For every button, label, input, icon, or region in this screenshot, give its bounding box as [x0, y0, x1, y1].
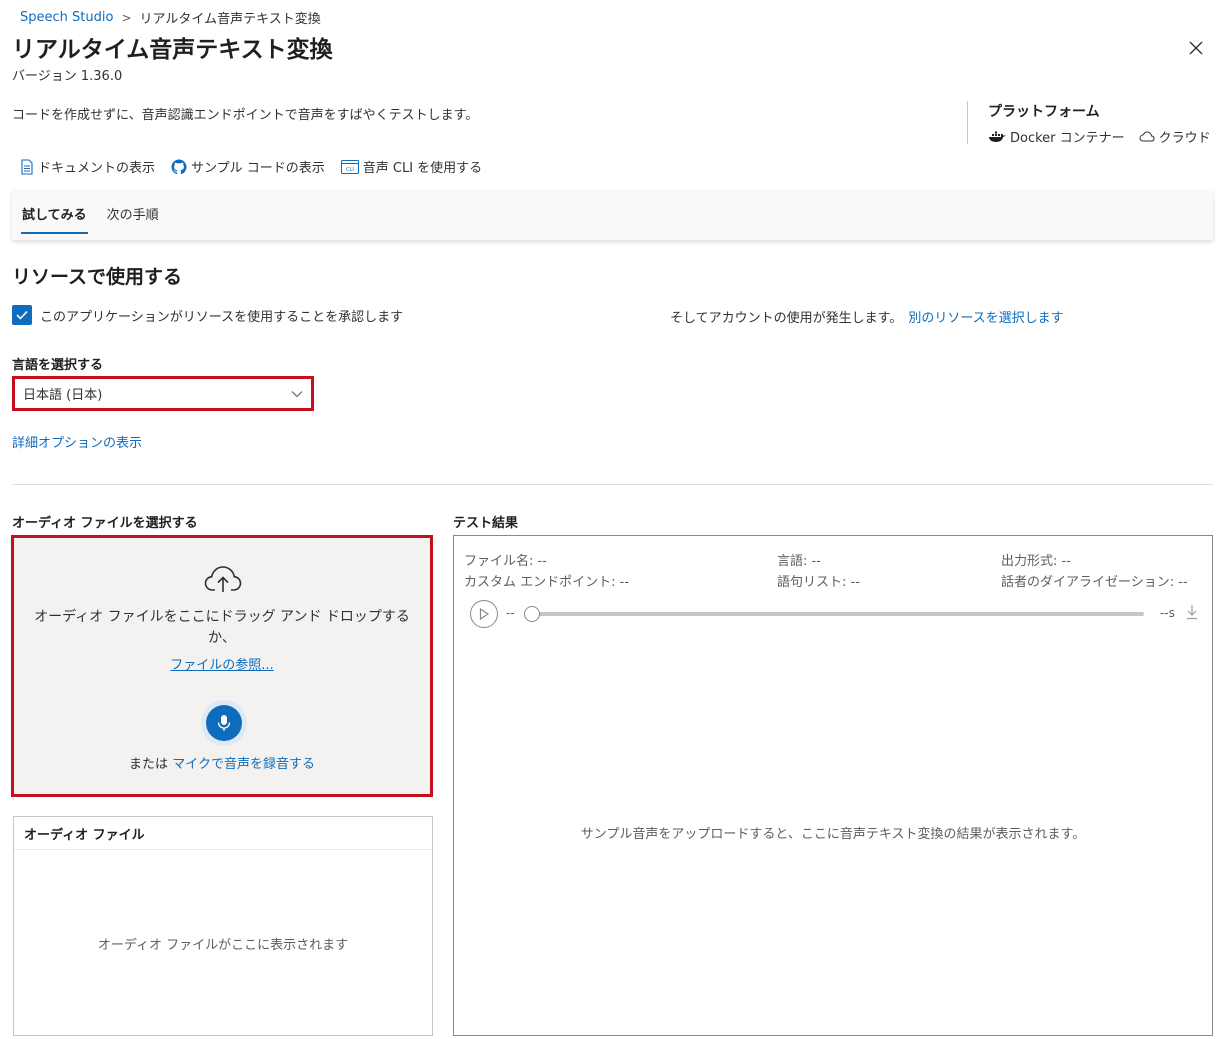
download-button[interactable]: [1186, 604, 1198, 624]
upload-section-label: オーディオ ファイルを選択する: [12, 516, 198, 531]
audio-files-title: オーディオ ファイル: [14, 817, 432, 850]
breadcrumb-root-link[interactable]: Speech Studio: [20, 10, 113, 25]
platform-cloud-label: クラウド: [1158, 131, 1211, 146]
browse-wrapper: ファイルの参照...: [14, 654, 430, 673]
audio-files-panel: オーディオ ファイル オーディオ ファイルがここに表示されます: [13, 816, 433, 1036]
cli-icon: CLI: [340, 159, 359, 174]
platform-cloud: クラウド: [1139, 127, 1211, 146]
duration-time: --s: [1160, 606, 1175, 620]
section-divider: [12, 484, 1213, 485]
audio-drop-zone[interactable]: オーディオ ファイルをここにドラッグ アンド ドロップするか、 ファイルの参照.…: [11, 535, 433, 797]
view-sample-code-label: サンプル コードの表示: [191, 161, 325, 176]
browse-files-link[interactable]: ファイルの参照...: [170, 658, 273, 673]
audio-files-empty-message: オーディオ ファイルがここに表示されます: [97, 938, 349, 953]
view-docs-link[interactable]: ドキュメントの表示: [20, 157, 155, 176]
result-diarization: 話者のダイアライゼーション: --: [1001, 575, 1188, 590]
consent-checkbox[interactable]: [12, 305, 32, 325]
seek-slider[interactable]: [530, 612, 1144, 616]
platform-docker-label: Docker コンテナー: [1010, 131, 1125, 146]
platform-panel: プラットフォーム Docker コンテナー クラウド: [967, 101, 1217, 146]
result-file-name: ファイル名: --: [464, 554, 547, 569]
cloud-icon: [1139, 131, 1155, 142]
play-icon: [479, 608, 489, 620]
results-empty-message: サンプル音声をアップロードすると、ここに音声テキスト変換の結果が表示されます。: [580, 827, 1086, 842]
breadcrumb-separator: >: [121, 10, 132, 25]
consent-row: このアプリケーションがリソースを使用することを承認します: [12, 305, 403, 325]
platform-docker: Docker コンテナー: [988, 127, 1125, 146]
use-speech-cli-link[interactable]: CLI 音声 CLI を使用する: [340, 157, 483, 176]
account-usage: そしてアカウントの使用が発生します。 別のリソースを選択します: [670, 307, 1064, 326]
tab-try-it[interactable]: 試してみる: [12, 190, 97, 240]
checkmark-icon: [16, 310, 28, 320]
close-icon: [1189, 41, 1203, 55]
cloud-upload-icon: [204, 566, 242, 592]
record-mic-button[interactable]: [206, 705, 242, 741]
audio-player: -- --s: [470, 600, 1200, 628]
platform-title: プラットフォーム: [988, 104, 1100, 120]
tab-bar: 試してみる 次の手順: [12, 190, 1213, 240]
breadcrumb: Speech Studio > リアルタイム音声テキスト変換: [20, 8, 321, 27]
language-selected-value: 日本語 (日本): [23, 388, 103, 403]
account-usage-text: そしてアカウントの使用が発生します。: [670, 311, 903, 326]
document-icon: [21, 158, 33, 175]
download-icon: [1187, 605, 1197, 620]
results-section-label: テスト結果: [453, 516, 519, 531]
language-dropdown[interactable]: 日本語 (日本): [12, 376, 314, 411]
version-label: バージョン 1.36.0: [12, 69, 123, 84]
record-microphone-link[interactable]: マイクで音声を録音する: [172, 757, 315, 772]
docker-icon: [989, 131, 1006, 142]
microphone-icon: [217, 715, 231, 731]
view-sample-code-link[interactable]: サンプル コードの表示: [171, 157, 325, 176]
resource-links: ドキュメントの表示 サンプル コードの表示 CLI 音声 CLI を使用する: [20, 157, 482, 176]
close-button[interactable]: [1184, 36, 1208, 60]
result-language: 言語: --: [777, 554, 821, 569]
chevron-down-icon: [291, 390, 303, 397]
result-phrase-list: 語句リスト: --: [777, 575, 860, 590]
result-output-format: 出力形式: --: [1001, 554, 1071, 569]
tab-next-steps[interactable]: 次の手順: [97, 190, 169, 240]
seek-thumb[interactable]: [524, 606, 540, 622]
view-docs-label: ドキュメントの表示: [38, 161, 156, 176]
page-title: リアルタイム音声テキスト変換: [12, 37, 333, 63]
elapsed-time: --: [506, 606, 515, 620]
page-description: コードを作成せずに、音声認識エンドポイントで音声をすばやくテストします。: [12, 108, 479, 123]
svg-text:CLI: CLI: [346, 167, 354, 173]
record-instruction: または マイクで音声を録音する: [14, 753, 430, 772]
show-advanced-options-link[interactable]: 詳細オプションの表示: [12, 432, 142, 451]
use-speech-cli-label: 音声 CLI を使用する: [362, 161, 483, 176]
select-other-resource-link[interactable]: 別のリソースを選択します: [908, 311, 1063, 326]
play-button[interactable]: [470, 600, 498, 628]
mic-button-ring: [201, 700, 247, 746]
consent-label: このアプリケーションがリソースを使用することを承認します: [40, 309, 404, 325]
breadcrumb-current: リアルタイム音声テキスト変換: [139, 12, 321, 27]
language-label: 言語を選択する: [12, 358, 104, 373]
record-or-text: または: [129, 757, 169, 772]
resource-section-title: リソースで使用する: [12, 266, 183, 288]
github-icon: [171, 159, 187, 174]
test-results-panel: ファイル名: -- 言語: -- 出力形式: -- カスタム エンドポイント: …: [453, 535, 1213, 1036]
result-custom-endpoint: カスタム エンドポイント: --: [464, 575, 630, 590]
drop-instruction: オーディオ ファイルをここにドラッグ アンド ドロップするか、: [34, 609, 410, 646]
